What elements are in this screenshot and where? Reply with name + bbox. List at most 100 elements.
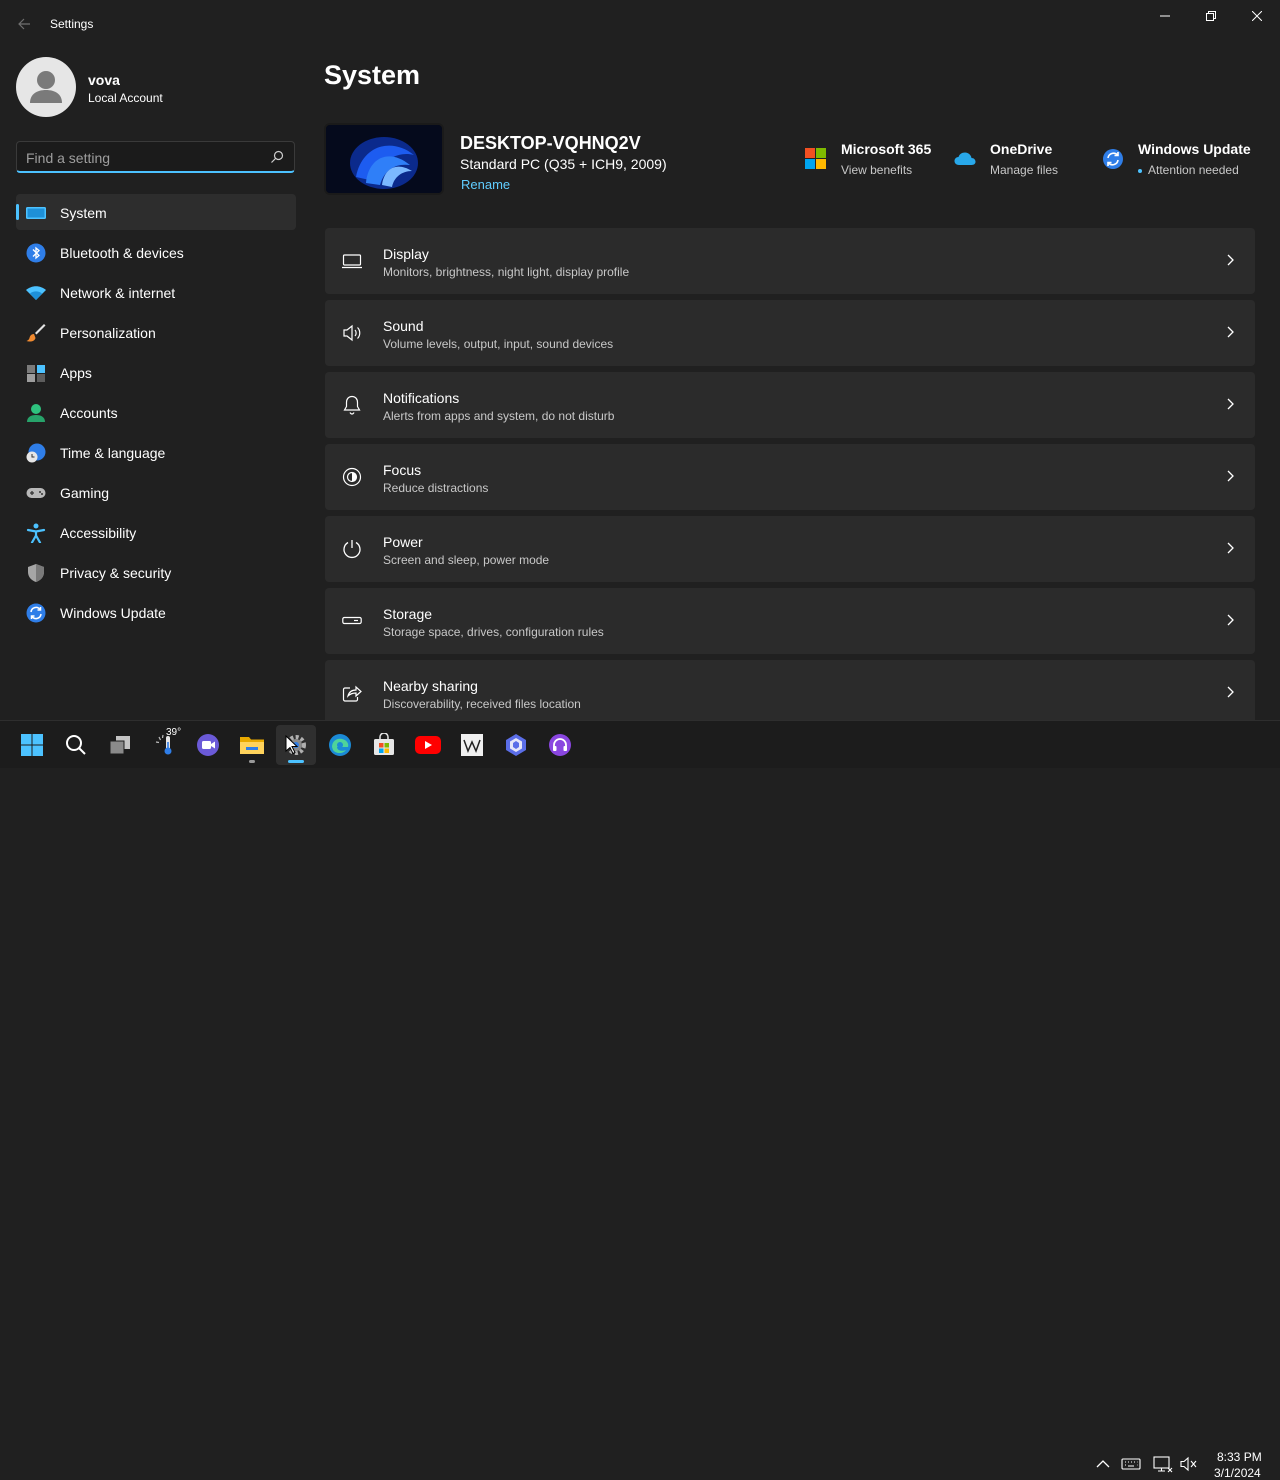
- copilot-button[interactable]: [496, 725, 536, 765]
- sidebar-item-label: Time & language: [60, 445, 166, 461]
- card-subtitle: Volume levels, output, input, sound devi…: [383, 337, 614, 351]
- clock-time[interactable]: 8:33 PM: [1217, 1450, 1262, 1464]
- account-type: Local Account: [88, 91, 163, 105]
- quick-link-windows-update[interactable]: Windows Update Attention needed: [1102, 140, 1252, 180]
- chevron-right-icon: [1227, 398, 1234, 410]
- card-subtitle: Reduce distractions: [383, 481, 489, 495]
- settings-window: Settings vova Local Account System Bluet…: [0, 0, 1280, 726]
- sidebar-item-label: Privacy & security: [60, 565, 172, 581]
- chevron-up-icon[interactable]: [1093, 1454, 1113, 1474]
- volume-muted-icon[interactable]: [1179, 1454, 1199, 1474]
- card-nearby-sharing[interactable]: Nearby sharing Discoverability, received…: [325, 660, 1255, 726]
- clock-date[interactable]: 3/1/2024: [1214, 1466, 1261, 1480]
- edge-icon: [329, 734, 351, 756]
- quick-link-subtitle: Manage files: [990, 163, 1059, 177]
- sidebar-item-system[interactable]: System: [16, 194, 296, 230]
- sidebar-item-personalization[interactable]: Personalization: [16, 314, 296, 350]
- onedrive-icon: [954, 152, 976, 165]
- card-title: Sound: [383, 318, 424, 334]
- accessibility-icon: [26, 523, 46, 543]
- file-explorer-button[interactable]: [232, 725, 272, 765]
- card-title: Display: [383, 246, 429, 262]
- wikipedia-icon: [461, 734, 483, 756]
- arrow-left-icon: [18, 18, 30, 30]
- title-bar: Settings: [0, 0, 1280, 48]
- shield-icon: [28, 564, 44, 582]
- sidebar-item-accounts[interactable]: Accounts: [16, 394, 296, 430]
- sidebar-item-label: Personalization: [60, 325, 156, 341]
- taskbar-search-button[interactable]: [56, 725, 96, 765]
- active-indicator: [288, 760, 304, 763]
- speaker-icon: [343, 324, 361, 342]
- minimize-button[interactable]: [1142, 0, 1188, 32]
- quick-link-subtitle: Attention needed: [1138, 163, 1239, 177]
- sidebar-item-apps[interactable]: Apps: [16, 354, 296, 390]
- window-title: Settings: [50, 17, 94, 31]
- store-button[interactable]: [364, 725, 404, 765]
- card-title: Nearby sharing: [383, 678, 478, 694]
- card-focus[interactable]: Focus Reduce distractions: [325, 444, 1255, 510]
- sidebar-item-bluetooth[interactable]: Bluetooth & devices: [16, 234, 296, 270]
- focus-icon: [342, 467, 362, 487]
- search-input[interactable]: [26, 148, 266, 168]
- wifi-icon: [26, 286, 46, 300]
- start-button[interactable]: [12, 725, 52, 765]
- search-icon: [271, 150, 284, 163]
- running-indicator: [249, 760, 255, 763]
- storage-icon: [342, 616, 362, 625]
- card-power[interactable]: Power Screen and sleep, power mode: [325, 516, 1255, 582]
- bluetooth-icon: [26, 243, 46, 263]
- restore-button[interactable]: [1188, 0, 1234, 32]
- close-button[interactable]: [1234, 0, 1280, 32]
- network-icon[interactable]: [1153, 1454, 1173, 1474]
- sidebar-item-network[interactable]: Network & internet: [16, 274, 296, 310]
- display-icon: [342, 254, 362, 269]
- chevron-right-icon: [1227, 254, 1234, 266]
- card-sound[interactable]: Sound Volume levels, output, input, soun…: [325, 300, 1255, 366]
- sidebar-item-accessibility[interactable]: Accessibility: [16, 514, 296, 550]
- status-dot: [1138, 168, 1142, 173]
- restore-icon: [1206, 11, 1216, 21]
- task-view-icon: [109, 736, 130, 755]
- search-icon: [66, 735, 86, 755]
- headphones-app-button[interactable]: [540, 725, 580, 765]
- youtube-button[interactable]: [408, 725, 448, 765]
- card-notifications[interactable]: Notifications Alerts from apps and syste…: [325, 372, 1255, 438]
- chevron-right-icon: [1227, 326, 1234, 338]
- bell-icon: [343, 395, 361, 415]
- sidebar-item-label: Windows Update: [60, 605, 166, 621]
- card-display[interactable]: Display Monitors, brightness, night ligh…: [325, 228, 1255, 294]
- chevron-right-icon: [1227, 614, 1234, 626]
- wikipedia-button[interactable]: [452, 725, 492, 765]
- task-view-button[interactable]: [100, 725, 140, 765]
- monitor-icon: [26, 207, 46, 219]
- page-title: System: [324, 60, 421, 90]
- card-storage[interactable]: Storage Storage space, drives, configura…: [325, 588, 1255, 654]
- wallpaper-bloom-icon: [326, 125, 442, 193]
- edge-button[interactable]: [320, 725, 360, 765]
- user-name: vova: [88, 72, 120, 88]
- close-icon: [1252, 11, 1262, 21]
- card-subtitle: Discoverability, received files location: [383, 697, 581, 711]
- rename-link[interactable]: Rename: [461, 177, 510, 192]
- globe-clock-icon: [26, 443, 46, 463]
- sidebar-item-label: Accessibility: [60, 525, 137, 541]
- brush-icon: [26, 324, 46, 342]
- back-button[interactable]: [12, 12, 36, 36]
- taskbar: 8:33 PM 3/1/2024: [0, 720, 1280, 1480]
- avatar[interactable]: [16, 57, 76, 117]
- sidebar-item-privacy[interactable]: Privacy & security: [16, 554, 296, 590]
- sidebar-item-time-language[interactable]: Time & language: [16, 434, 296, 470]
- device-thumbnail[interactable]: [324, 123, 444, 195]
- start-icon: [21, 734, 43, 756]
- device-name: DESKTOP-VQHNQ2V: [460, 133, 641, 153]
- sidebar-item-label: System: [60, 205, 107, 221]
- sidebar-item-gaming[interactable]: Gaming: [16, 474, 296, 510]
- teams-button[interactable]: [188, 725, 228, 765]
- card-title: Notifications: [383, 390, 460, 406]
- search-box[interactable]: [16, 141, 295, 173]
- quick-link-microsoft-365[interactable]: Microsoft 365 View benefits: [805, 140, 940, 180]
- sidebar-item-windows-update[interactable]: Windows Update: [16, 594, 296, 630]
- quick-link-onedrive[interactable]: OneDrive Manage files: [954, 140, 1074, 180]
- keyboard-icon[interactable]: [1121, 1454, 1141, 1474]
